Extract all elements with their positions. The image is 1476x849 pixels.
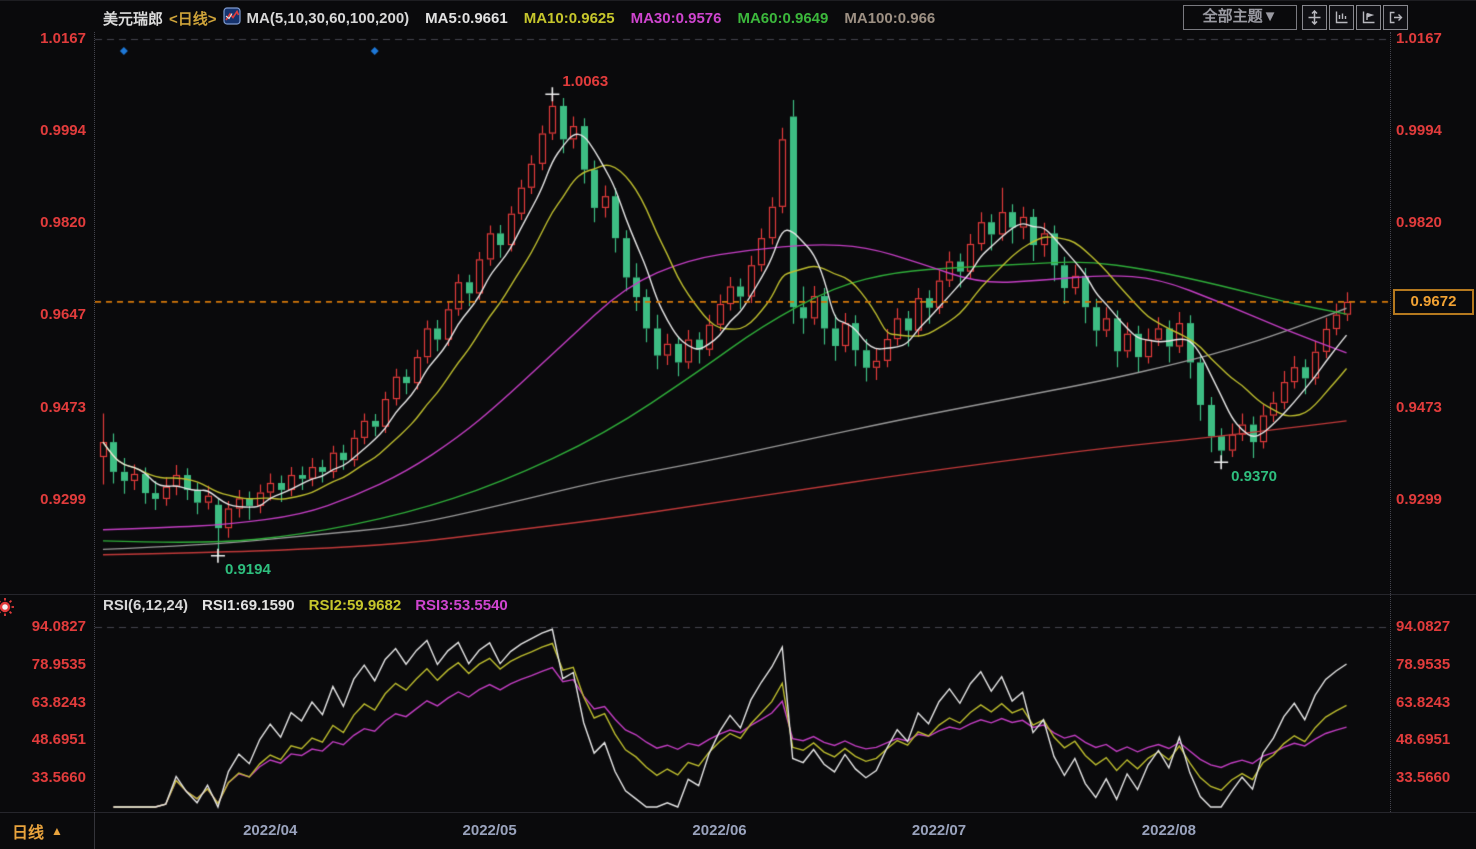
price-annotation: 0.9194	[225, 561, 271, 578]
y-axis-label-right: 0.9820	[1396, 214, 1476, 232]
y-axis-label-left: 0.9994	[4, 122, 86, 140]
theme-selector-button[interactable]: 全部主题▼	[1183, 5, 1297, 30]
y-axis-label-right: 0.9473	[1396, 399, 1476, 417]
rsi2-value: RSI2:59.9682	[309, 597, 402, 614]
x-axis-month-label: 2022/07	[912, 822, 966, 839]
ma10-value: MA10:0.9625	[524, 10, 615, 27]
price-annotation: 1.0063	[562, 73, 608, 90]
x-axis-month-label: 2022/06	[692, 822, 746, 839]
ma30-value: MA30:0.9576	[631, 10, 722, 27]
x-axis-month-label: 2022/08	[1142, 822, 1196, 839]
ma-group-label: MA(5,10,30,60,100,200)	[247, 10, 410, 27]
y-axis-label-left: 0.9473	[4, 399, 86, 417]
rsi3-value: RSI3:53.5540	[415, 597, 508, 614]
chart-header: 美元瑞郎 <日线> MA(5,10,30,60,100,200) MA5:0.96…	[0, 0, 1476, 32]
right-axis-spine	[1390, 32, 1392, 812]
rsi-header: RSI(6,12,24) RSI1:69.1590 RSI2:59.9682 R…	[103, 597, 508, 614]
rsi-axis-label-right: 94.0827	[1396, 618, 1476, 636]
current-price-tag: 0.9672	[1393, 289, 1474, 315]
rsi-axis-label-right: 48.6951	[1396, 731, 1476, 749]
rsi-axis-label-left: 94.0827	[4, 618, 86, 636]
kline-chart-icon	[223, 7, 241, 29]
rsi-axis-label-left: 78.9535	[4, 656, 86, 674]
x-axis-month-label: 2022/05	[463, 822, 517, 839]
xaxis-divider	[0, 812, 1476, 813]
rsi-axis-label-right: 63.8243	[1396, 694, 1476, 712]
price-annotation: 0.9370	[1231, 468, 1277, 485]
symbol-name: 美元瑞郎	[103, 8, 163, 29]
y-axis-label-left: 0.9647	[4, 306, 86, 324]
x-axis-month-label: 2022/04	[243, 822, 297, 839]
rsi1-value: RSI1:69.1590	[202, 597, 295, 614]
axis-bars-icon[interactable]	[1329, 5, 1354, 30]
ma5-value: MA5:0.9661	[425, 10, 508, 27]
export-icon[interactable]	[1383, 5, 1408, 30]
trading-chart-app: 美元瑞郎 <日线> MA(5,10,30,60,100,200) MA5:0.96…	[0, 0, 1476, 849]
pane-grid-icon[interactable]	[1302, 5, 1327, 30]
period-up-arrow-icon: ▲	[51, 824, 63, 838]
left-axis-spine	[94, 32, 96, 849]
rsi-axis-label-left: 33.5660	[4, 769, 86, 787]
y-axis-label-left: 0.9299	[4, 491, 86, 509]
y-axis-label-right: 0.9299	[1396, 491, 1476, 509]
rsi-axis-label-left: 63.8243	[4, 694, 86, 712]
rsi-chart-canvas[interactable]	[95, 616, 1390, 811]
rsi-axis-label-left: 48.6951	[4, 731, 86, 749]
ma60-value: MA60:0.9649	[737, 10, 828, 27]
ma100-value: MA100:0.966	[844, 10, 935, 27]
panel-divider	[0, 594, 1476, 595]
y-axis-label-right: 1.0167	[1396, 30, 1476, 48]
header-left: 美元瑞郎 <日线> MA(5,10,30,60,100,200) MA5:0.96…	[103, 7, 935, 29]
rsi-axis-label-right: 33.5660	[1396, 769, 1476, 787]
period-tag: <日线>	[169, 8, 217, 29]
main-chart-canvas[interactable]	[95, 32, 1390, 593]
rsi-title: RSI(6,12,24)	[103, 597, 188, 614]
y-axis-label-right: 0.9994	[1396, 122, 1476, 140]
y-axis-label-left: 1.0167	[4, 30, 86, 48]
period-selector[interactable]: 日线 ▲	[0, 813, 95, 849]
y-axis-label-left: 0.9820	[4, 214, 86, 232]
axis-flag-icon[interactable]	[1356, 5, 1381, 30]
rsi-axis-label-right: 78.9535	[1396, 656, 1476, 674]
period-label: 日线	[12, 819, 44, 843]
